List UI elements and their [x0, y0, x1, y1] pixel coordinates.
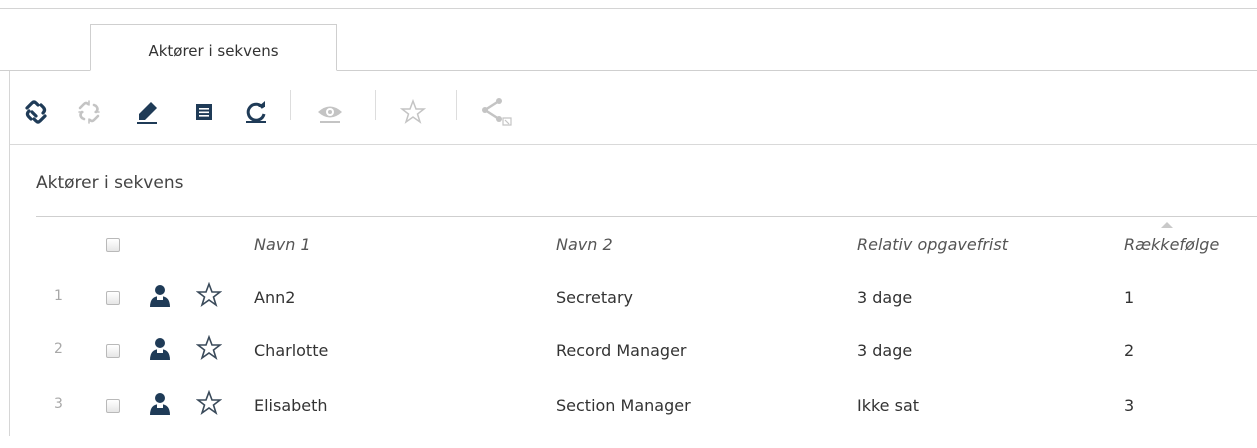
- row-number: 1: [54, 288, 63, 304]
- details-button[interactable]: [184, 92, 224, 132]
- favorite-button[interactable]: [393, 92, 433, 132]
- column-header-relativ-opgavefrist[interactable]: Relativ opgavefrist: [857, 235, 1008, 254]
- view-button[interactable]: [310, 92, 350, 132]
- cell-navn1[interactable]: Charlotte: [254, 341, 328, 360]
- table-row[interactable]: 1 Ann2 Secretary 3 dage 1: [36, 282, 1257, 340]
- cell-navn2: Secretary: [556, 288, 633, 307]
- row-number: 2: [54, 341, 63, 357]
- star-icon: [400, 99, 426, 124]
- person-icon: [150, 393, 170, 415]
- column-header-raekkefoelge[interactable]: Rækkefølge: [1124, 235, 1219, 254]
- share-button[interactable]: [476, 92, 516, 132]
- window-top-border: [0, 8, 1257, 9]
- eye-icon: [318, 106, 342, 123]
- tab-label: Aktører i sekvens: [148, 42, 279, 60]
- details-icon: [196, 104, 212, 120]
- toolbar-bottom-border: [10, 144, 1257, 145]
- row-number: 3: [54, 396, 63, 412]
- star-icon[interactable]: [196, 390, 222, 416]
- toolbar-separator: [290, 90, 291, 120]
- cell-relativ-opgavefrist: Ikke sat: [857, 396, 920, 415]
- cell-raekkefoelge: 2: [1124, 341, 1135, 360]
- section-divider: [36, 216, 1257, 217]
- row-checkbox[interactable]: [106, 291, 120, 305]
- cell-raekkefoelge: 1: [1124, 288, 1135, 307]
- cell-navn1[interactable]: Elisabeth: [254, 396, 328, 415]
- cell-relativ-opgavefrist: 3 dage: [857, 341, 913, 360]
- cell-relativ-opgavefrist: 3 dage: [857, 288, 913, 307]
- select-all-checkbox[interactable]: [106, 238, 120, 252]
- toolbar-separator: [375, 90, 376, 120]
- table-row[interactable]: 3 Elisabeth Section Manager Ikke sat 3: [36, 390, 1257, 448]
- unlink-button[interactable]: [69, 92, 109, 132]
- refresh-button[interactable]: [236, 92, 276, 132]
- person-icon: [150, 338, 170, 360]
- column-header-navn1[interactable]: Navn 1: [254, 235, 311, 254]
- star-icon[interactable]: [196, 335, 222, 361]
- person-icon: [150, 285, 170, 307]
- edit-button[interactable]: [127, 92, 167, 132]
- cell-raekkefoelge: 3: [1124, 396, 1135, 415]
- row-checkbox[interactable]: [106, 399, 120, 413]
- tab-actors-in-sequence[interactable]: Aktører i sekvens: [90, 24, 337, 71]
- cell-navn2: Record Manager: [556, 341, 687, 360]
- toolbar: [10, 72, 1257, 144]
- table-row[interactable]: 2 Charlotte Record Manager 3 dage 2: [36, 335, 1257, 393]
- cell-navn2: Section Manager: [556, 396, 691, 415]
- unlink-icon: [78, 100, 100, 124]
- column-header-navn2[interactable]: Navn 2: [556, 235, 613, 254]
- pencil-icon: [137, 102, 157, 124]
- sort-ascending-icon: [1161, 222, 1173, 228]
- row-checkbox[interactable]: [106, 344, 120, 358]
- star-icon[interactable]: [196, 282, 222, 308]
- link-button[interactable]: [16, 92, 56, 132]
- link-icon: [25, 100, 47, 124]
- cell-navn1[interactable]: Ann2: [254, 288, 295, 307]
- toolbar-separator: [456, 90, 457, 120]
- refresh-icon: [246, 101, 266, 123]
- section-title: Aktører i sekvens: [36, 173, 184, 193]
- share-icon: [482, 98, 512, 126]
